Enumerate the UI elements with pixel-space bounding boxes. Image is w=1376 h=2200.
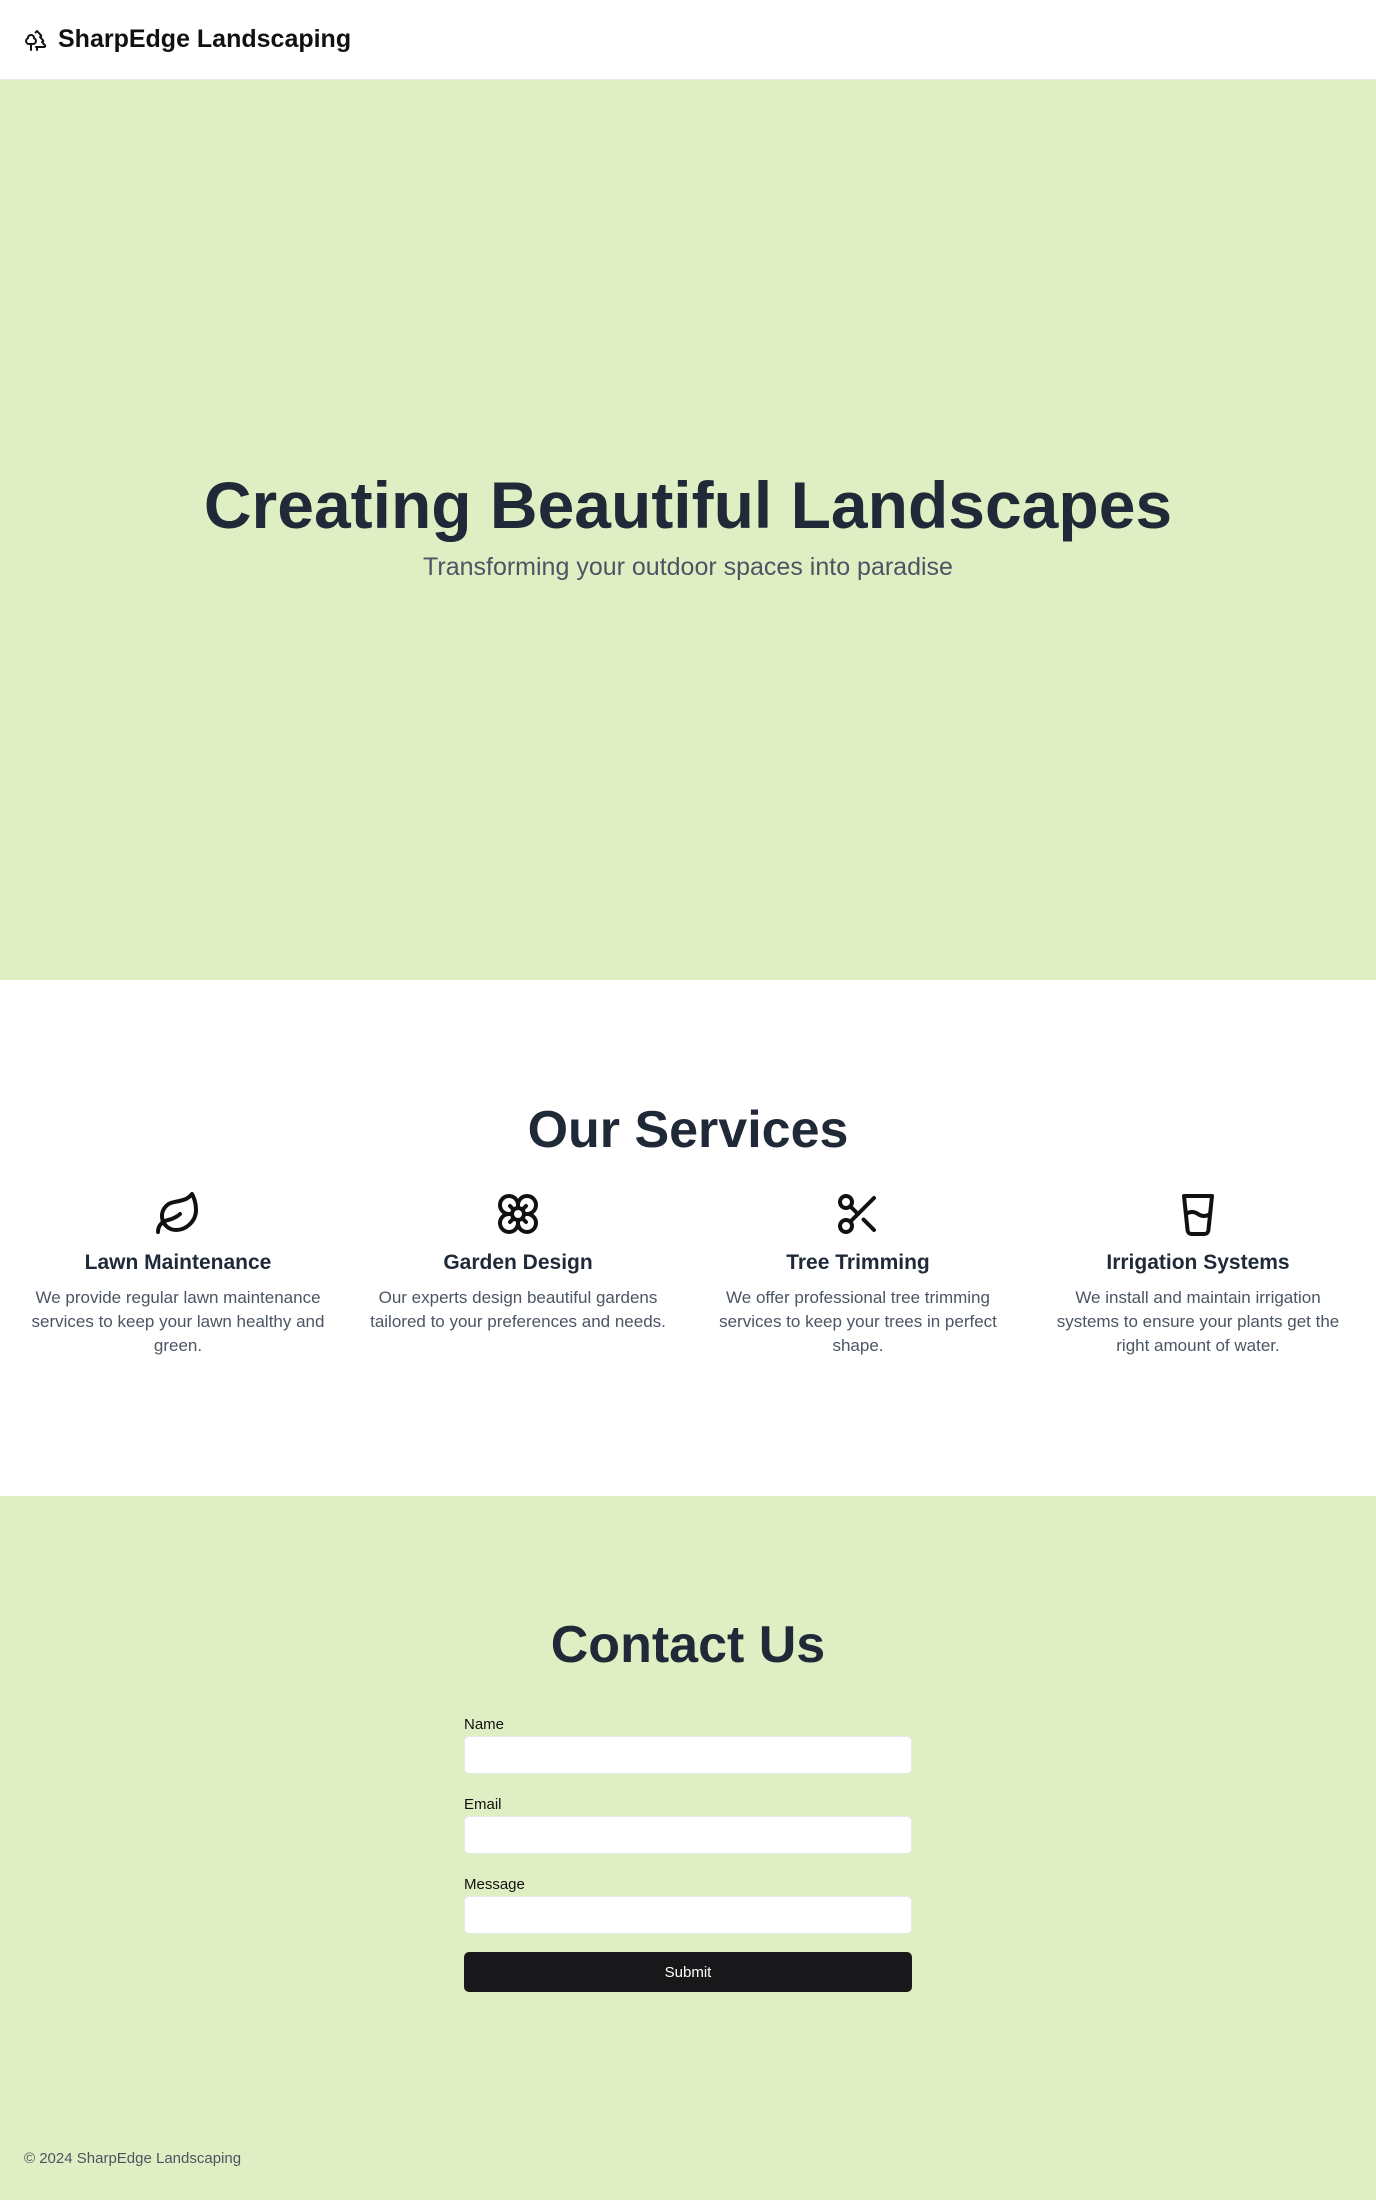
site-header: SharpEdge Landscaping — [0, 0, 1376, 80]
message-label: Message — [464, 1876, 525, 1893]
submit-button[interactable]: Submit — [464, 1952, 912, 1992]
hero-subtitle: Transforming your outdoor spaces into pa… — [423, 553, 953, 581]
flower-icon — [498, 1194, 538, 1234]
message-input[interactable] — [464, 1896, 912, 1934]
hero-title: Creating Beautiful Landscapes — [203, 468, 1173, 542]
service-name: Tree Trimming — [786, 1251, 930, 1274]
email-input[interactable] — [464, 1816, 912, 1854]
scissors-icon — [838, 1194, 876, 1234]
copyright-text: © 2024 SharpEdge Landscaping — [24, 2150, 242, 2167]
service-description: We install and maintain irrigation syste… — [1056, 1288, 1340, 1355]
service-name: Irrigation Systems — [1106, 1251, 1290, 1274]
glass-water-icon — [1182, 1194, 1214, 1237]
service-description: Our experts design beautiful gardens tai… — [370, 1288, 666, 1331]
service-name: Garden Design — [443, 1251, 593, 1274]
email-label: Email — [464, 1796, 502, 1813]
service-card-garden-design: Garden Design Our experts design beautif… — [364, 1190, 672, 1334]
service-card-lawn-maintenance: Lawn Maintenance We provide regular lawn… — [24, 1190, 332, 1358]
service-description: We provide regular lawn maintenance serv… — [31, 1288, 325, 1355]
brand-link[interactable]: SharpEdge Landscaping — [24, 25, 351, 54]
brand-name: SharpEdge Landscaping — [58, 25, 352, 53]
service-card-irrigation-systems: Irrigation Systems We install and mainta… — [1044, 1190, 1352, 1358]
name-label: Name — [464, 1716, 505, 1733]
services-title: Our Services — [527, 1101, 849, 1159]
name-input[interactable] — [464, 1736, 912, 1774]
service-description: We offer professional tree trimming serv… — [719, 1288, 997, 1355]
service-name: Lawn Maintenance — [84, 1251, 272, 1274]
leaf-icon — [156, 1192, 198, 1234]
trees-icon — [25, 29, 47, 51]
contact-title: Contact Us — [550, 1616, 826, 1674]
service-card-tree-trimming: Tree Trimming We offer professional tree… — [704, 1190, 1012, 1358]
